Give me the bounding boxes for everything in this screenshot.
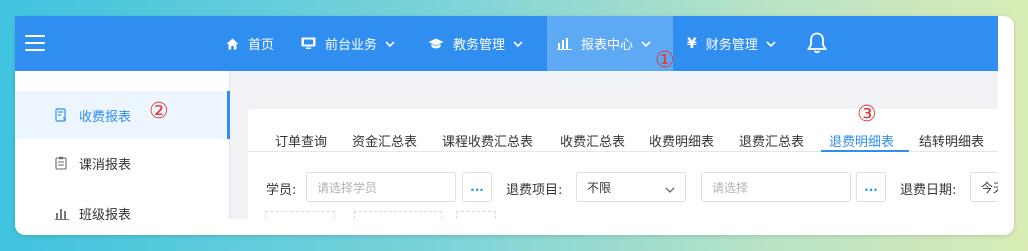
refund-item-select[interactable]: 不限 [576, 172, 686, 202]
chevron-down-icon [641, 40, 651, 47]
sidebar-item-label: 班级报表 [79, 207, 132, 223]
top-nav-bar: 首页 前台业务 教务管理 报表中心 ¥ 财务管理 [15, 16, 998, 71]
sidebar-item-label: 课消报表 [79, 157, 132, 173]
sidebar-item-fee-report[interactable]: ¥ 收费报表 [15, 91, 230, 139]
fee-report-icon: ¥ [55, 108, 68, 126]
nav-academic-label: 教务管理 [453, 38, 506, 53]
partial-row-label [265, 211, 335, 219]
report-tabs: 订单查询 资金汇总表 课程收费汇总表 收费汇总表 收费明细表 退费汇总表 退费明… [248, 109, 998, 152]
chevron-down-icon [513, 40, 523, 47]
nav-front-desk[interactable]: 前台业务 [301, 16, 395, 71]
home-icon [226, 38, 239, 50]
bar-chart-icon [557, 37, 572, 50]
refund-item-detail-input[interactable]: 请选择 [701, 172, 851, 202]
nav-finance[interactable]: ¥ 财务管理 [687, 16, 776, 71]
refund-item-label: 退费项目: [506, 183, 563, 198]
annotation-marker-1: ① [655, 48, 675, 73]
tab-refund-detail[interactable]: 退费明细表 [829, 131, 894, 150]
refund-date-label: 退费日期: [900, 183, 957, 198]
partial-row-button [456, 211, 496, 219]
tab-fee-detail[interactable]: 收费明细表 [649, 131, 714, 150]
chevron-down-icon [385, 40, 395, 47]
student-input[interactable]: 请选择学员 [306, 172, 456, 202]
sidebar-item-class-report[interactable]: 班级报表 [15, 189, 229, 237]
tab-transfer-detail[interactable]: 结转明细表 [919, 131, 984, 150]
refund-item-value: 不限 [587, 180, 612, 195]
sidebar-item-label: 收费报表 [79, 109, 132, 125]
yen-icon: ¥ [687, 35, 697, 52]
tab-order-query[interactable]: 订单查询 [275, 131, 327, 150]
refund-date-select[interactable]: 今天 [970, 172, 998, 202]
hamburger-icon[interactable] [25, 35, 45, 51]
partial-row-input [354, 211, 442, 219]
nav-front-desk-label: 前台业务 [325, 38, 378, 53]
bar-chart-icon [55, 206, 69, 224]
student-label: 学员: [266, 183, 297, 198]
tab-course-fee-summary[interactable]: 课程收费汇总表 [442, 131, 533, 150]
nav-academic[interactable]: 教务管理 [428, 16, 523, 71]
annotation-marker-3: ③ [857, 102, 877, 127]
bell-icon[interactable] [806, 32, 828, 58]
report-panel: 订单查询 资金汇总表 课程收费汇总表 收费汇总表 收费明细表 退费汇总表 退费明… [248, 109, 998, 219]
tab-refund-summary[interactable]: 退费汇总表 [739, 131, 804, 150]
nav-report-center-label: 报表中心 [581, 38, 634, 53]
annotation-marker-2: ② [149, 99, 169, 124]
refund-item-picker-button[interactable]: ... [856, 172, 886, 202]
active-tab-indicator [821, 150, 909, 152]
monitor-icon [301, 37, 316, 50]
sidebar-item-class-consumption[interactable]: 课消报表 [15, 139, 229, 187]
clipboard-icon [55, 156, 67, 174]
student-picker-button[interactable]: ... [462, 172, 492, 202]
sidebar: ¥ 收费报表 课消报表 班级报表 [15, 71, 230, 223]
graduation-cap-icon [428, 38, 444, 50]
chevron-down-icon [665, 182, 675, 196]
nav-finance-label: 财务管理 [705, 38, 758, 53]
nav-home[interactable]: 首页 [226, 16, 274, 71]
main-content: 订单查询 资金汇总表 课程收费汇总表 收费汇总表 收费明细表 退费汇总表 退费明… [230, 71, 998, 219]
svg-text:¥: ¥ [63, 116, 67, 122]
nav-home-label: 首页 [248, 38, 275, 53]
tab-fund-summary[interactable]: 资金汇总表 [352, 131, 417, 150]
chevron-down-icon [766, 40, 776, 47]
tab-fee-summary[interactable]: 收费汇总表 [560, 131, 625, 150]
